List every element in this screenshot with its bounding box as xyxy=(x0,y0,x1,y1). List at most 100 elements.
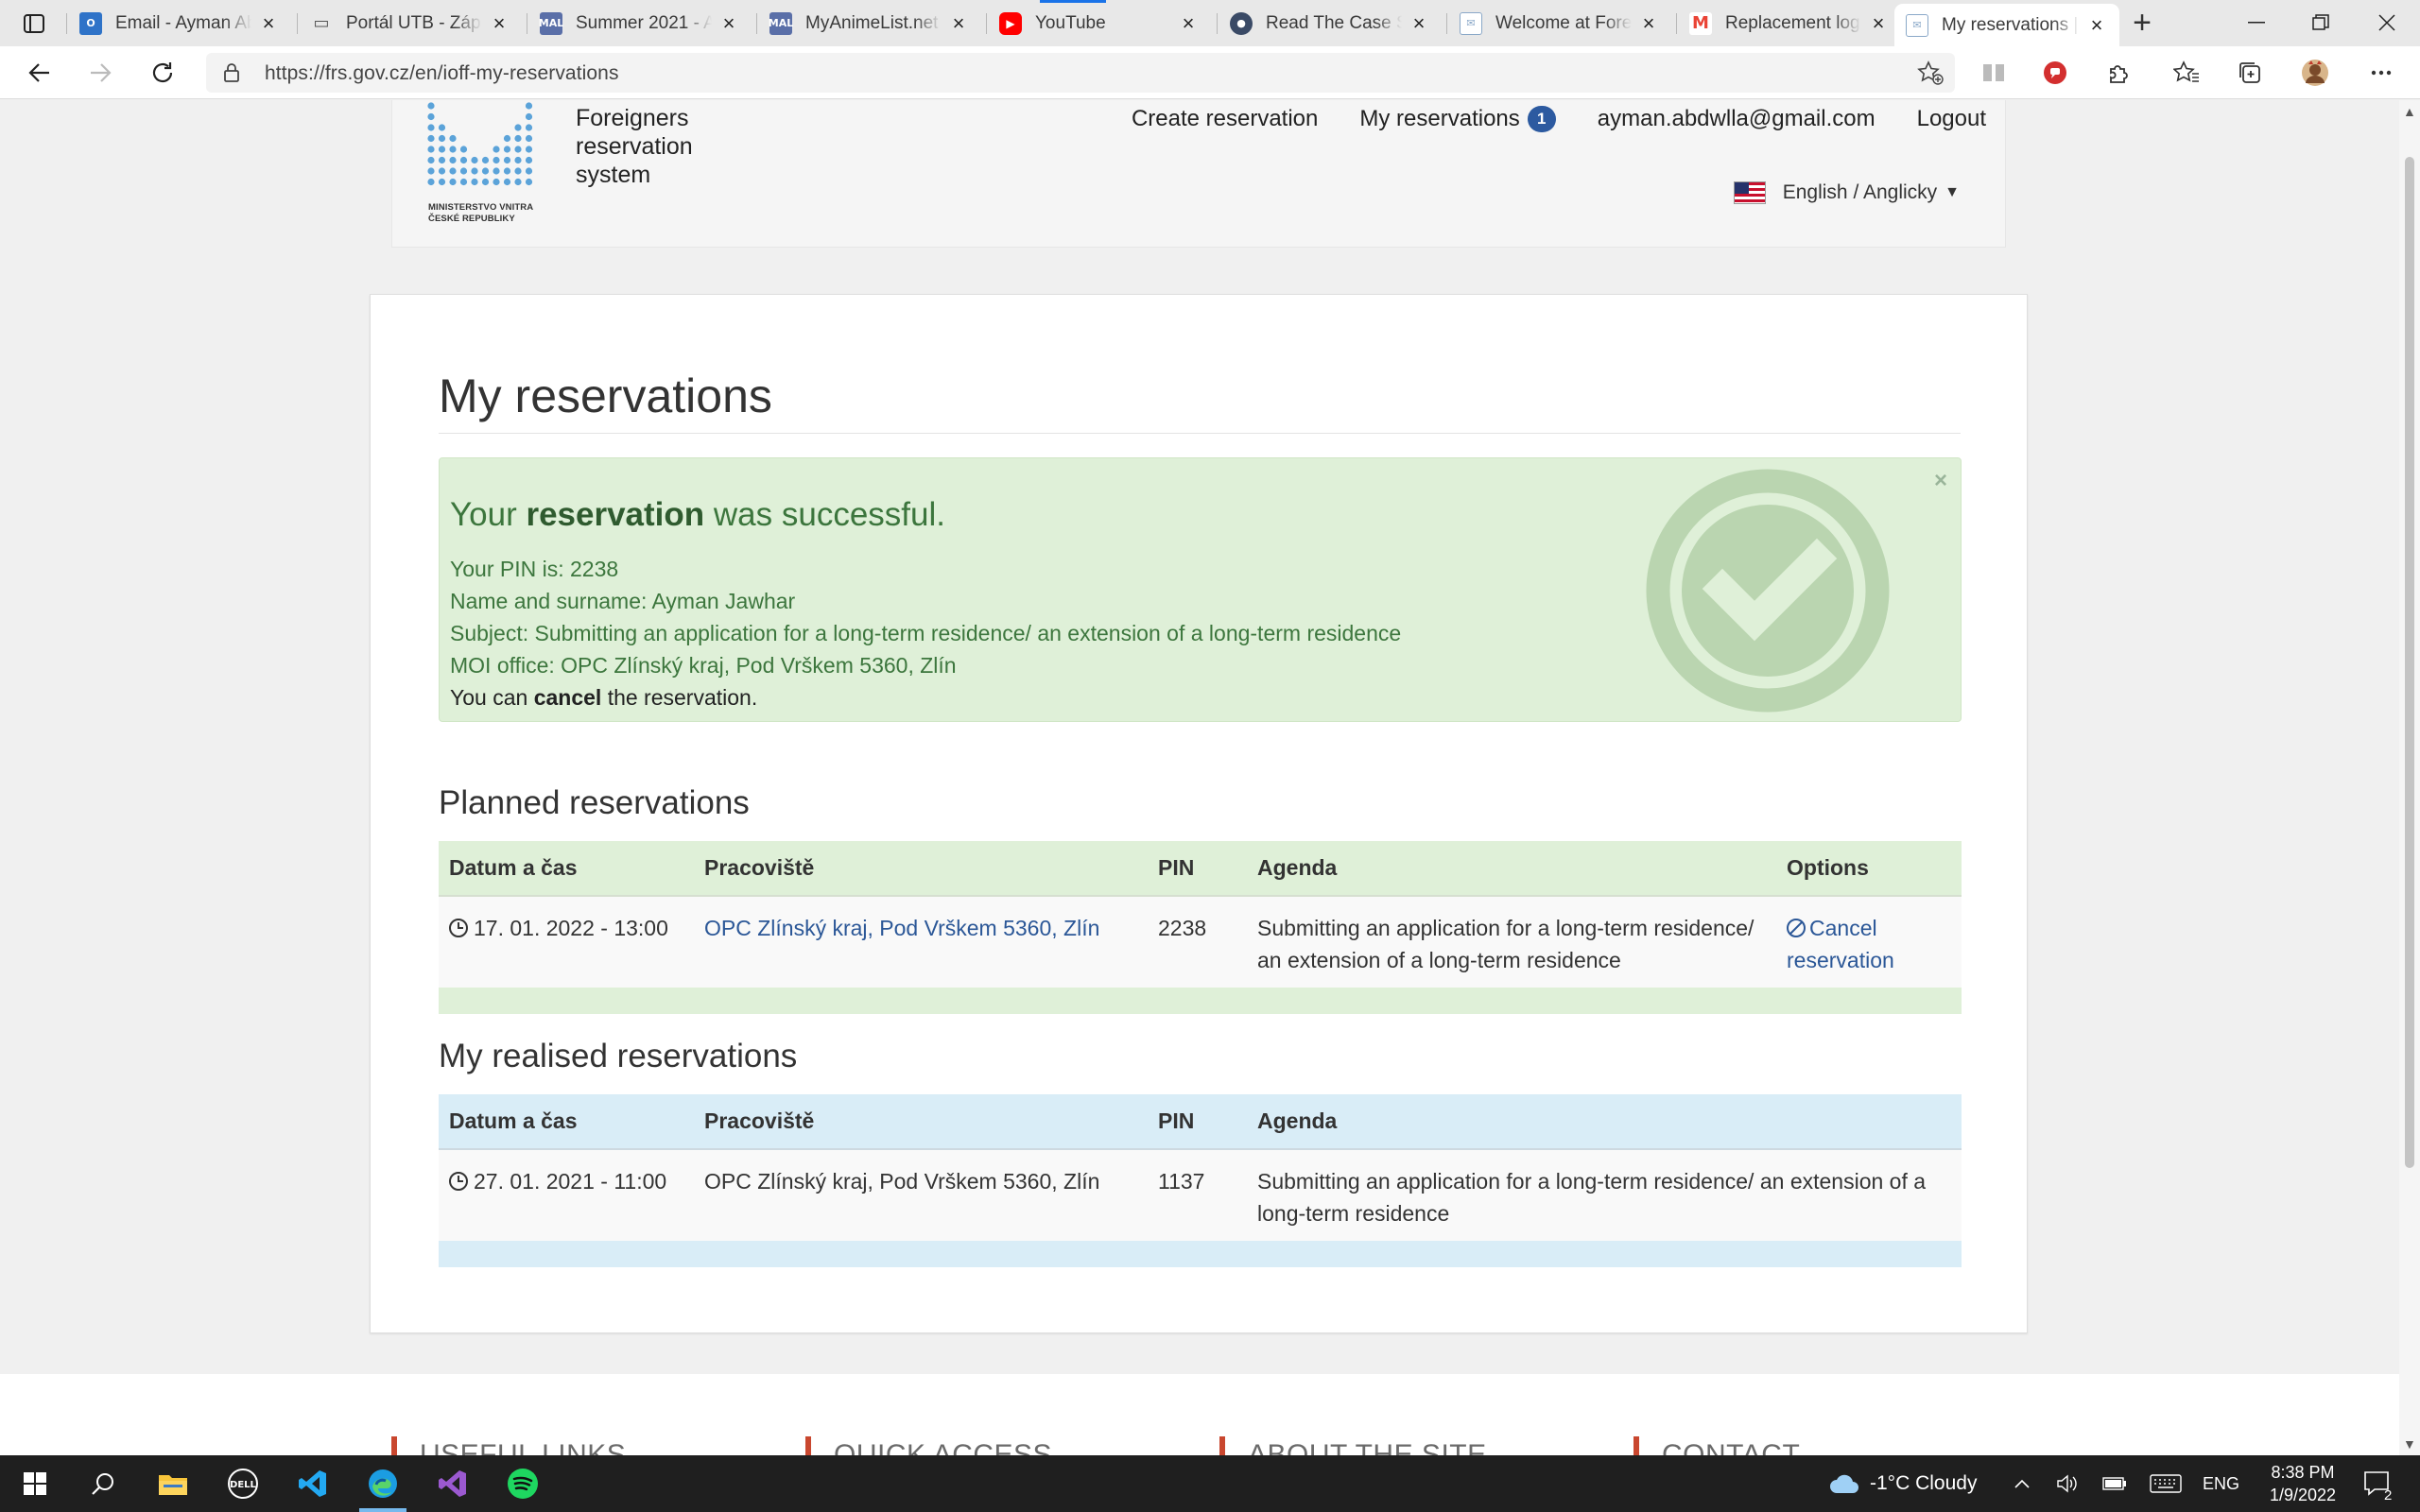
column-header: Pracoviště xyxy=(694,1094,1148,1150)
cancel-link[interactable]: cancel xyxy=(534,685,602,710)
checkmark-circle-icon xyxy=(1645,468,1891,718)
scroll-down-icon[interactable]: ▼ xyxy=(2403,1436,2416,1452)
pin-cell: 1137 xyxy=(1148,1149,1247,1241)
alert-close-button[interactable]: × xyxy=(1934,468,1947,494)
close-tab-icon[interactable]: × xyxy=(947,11,970,35)
file-explorer-icon[interactable] xyxy=(138,1455,208,1512)
scroll-up-icon[interactable]: ▲ xyxy=(2403,104,2416,119)
browser-tab[interactable]: ▭ Portál UTB - Zápis × xyxy=(299,4,522,43)
volume-icon[interactable] xyxy=(2056,1455,2079,1512)
browser-tab[interactable]: M Replacement login × xyxy=(1678,4,1901,43)
show-hidden-icons[interactable] xyxy=(2014,1455,2031,1512)
notification-center-icon[interactable]: 2 xyxy=(2363,1455,2395,1512)
refresh-button[interactable] xyxy=(142,54,183,92)
adblock-extension-icon[interactable] xyxy=(2039,58,2071,88)
tab-title: Replacement login xyxy=(1725,12,1861,33)
add-favorite-icon[interactable] xyxy=(1917,60,1944,90)
vertical-scrollbar[interactable]: ▲ ▼ xyxy=(2399,100,2420,1455)
column-header: Pracoviště xyxy=(694,841,1148,897)
column-header: Agenda xyxy=(1247,1094,1962,1150)
gmail-icon: M xyxy=(1689,11,1712,35)
browser-tab[interactable]: ● Read The Case Study × xyxy=(1219,4,1442,43)
forward-button[interactable] xyxy=(79,54,121,92)
browser-tab[interactable]: MAL Summer 2021 - Anime × xyxy=(528,4,752,43)
ministry-logo[interactable] xyxy=(426,102,540,207)
new-tab-button[interactable]: + xyxy=(2125,5,2159,41)
ban-icon xyxy=(1787,919,1806,937)
close-tab-icon[interactable]: × xyxy=(257,11,280,35)
edge-icon[interactable] xyxy=(348,1455,418,1512)
alert-name: Name and surname: Ayman Jawhar xyxy=(450,589,796,613)
page-viewport: MINISTERSTVO VNITRA ČESKÉ REPUBLIKY Fore… xyxy=(0,100,2399,1455)
tab-title: My reservations | Foreigners xyxy=(1942,14,2080,35)
scrollbar-thumb[interactable] xyxy=(2405,157,2414,1168)
alert-office: MOI office: OPC Zlínský kraj, Pod Vrškem… xyxy=(450,653,957,678)
lock-icon[interactable] xyxy=(223,62,240,88)
browser-tab[interactable]: MAL MyAnimeList.net - Anime × xyxy=(758,4,981,43)
nav-my-reservations[interactable]: My reservations 1 xyxy=(1359,106,1556,132)
content-panel: My reservations Your reservation was suc… xyxy=(370,294,2028,1333)
search-icon[interactable] xyxy=(68,1455,138,1512)
pin-cell: 2238 xyxy=(1148,896,1247,988)
browser-tab[interactable]: ▶ YouTube × xyxy=(988,4,1211,43)
table-row: 27. 01. 2021 - 11:00 OPC Zlínský kraj, P… xyxy=(439,1149,1962,1241)
url-text[interactable]: https://frs.gov.cz/en/ioff-my-reservatio… xyxy=(265,62,619,85)
profile-avatar[interactable] xyxy=(2299,58,2331,88)
nav-create-reservation[interactable]: Create reservation xyxy=(1132,106,1318,132)
alert-heading-text: Your xyxy=(450,496,517,533)
logo-caption-line: ČESKÉ REPUBLIKY xyxy=(428,214,515,224)
browser-tab-active[interactable]: ✉ My reservations | Foreigners × xyxy=(1894,4,2119,46)
reading-view-icon[interactable] xyxy=(1978,58,2010,88)
input-language[interactable]: ENG xyxy=(2203,1455,2239,1512)
restore-button[interactable] xyxy=(2290,0,2352,45)
office-link[interactable]: OPC Zlínský kraj, Pod Vrškem 5360, Zlín xyxy=(704,916,1099,940)
nav-logout[interactable]: Logout xyxy=(1917,106,1986,132)
close-tab-icon[interactable]: × xyxy=(717,11,740,35)
mal-icon: MAL xyxy=(539,11,563,35)
site-name[interactable]: Foreigners reservation system xyxy=(576,104,693,189)
dell-icon[interactable]: DELL xyxy=(208,1455,278,1512)
nav-user-email[interactable]: ayman.abdwlla@gmail.com xyxy=(1598,106,1876,132)
battery-icon[interactable] xyxy=(2102,1455,2127,1512)
back-button[interactable] xyxy=(19,54,60,92)
tab-actions-icon[interactable] xyxy=(17,9,51,38)
book-icon: ▭ xyxy=(313,13,330,33)
minimize-button[interactable] xyxy=(2225,0,2288,45)
favorites-icon[interactable] xyxy=(2170,58,2203,88)
collections-icon[interactable] xyxy=(2234,58,2266,88)
alert-heading-bold: reservation xyxy=(526,496,705,533)
visual-studio-icon[interactable] xyxy=(418,1455,488,1512)
nav-my-reservations-label: My reservations xyxy=(1359,106,1520,131)
start-button[interactable] xyxy=(0,1455,70,1512)
success-alert: Your reservation was successful. Your PI… xyxy=(439,457,1962,722)
browser-tab[interactable]: ✉ Welcome at Foreigners × xyxy=(1448,4,1671,43)
close-window-button[interactable] xyxy=(2356,0,2418,45)
spotify-icon[interactable] xyxy=(488,1455,558,1512)
clock-icon xyxy=(449,1172,468,1191)
language-selector[interactable]: English / Anglicky ▼ xyxy=(1733,181,1960,204)
close-tab-icon[interactable]: × xyxy=(1408,11,1430,35)
close-tab-icon[interactable]: × xyxy=(1177,11,1200,35)
office-cell: OPC Zlínský kraj, Pod Vrškem 5360, Zlín xyxy=(694,896,1148,988)
close-tab-icon[interactable]: × xyxy=(1637,11,1660,35)
system-clock[interactable]: 8:38 PM 1/9/2022 xyxy=(2250,1461,2356,1506)
close-tab-icon[interactable]: × xyxy=(488,11,510,35)
extensions-icon[interactable] xyxy=(2102,58,2135,88)
svg-text:DELL: DELL xyxy=(230,1480,257,1490)
close-tab-icon[interactable]: × xyxy=(2085,13,2108,37)
browser-tab[interactable]: O Email - Ayman Abdwlla × xyxy=(68,4,291,43)
address-bar[interactable]: https://frs.gov.cz/en/ioff-my-reservatio… xyxy=(206,53,1955,93)
weather-widget[interactable]: -1°C Cloudy xyxy=(1828,1455,1977,1512)
cancel-reservation-link[interactable]: Cancel reservation xyxy=(1787,916,1894,972)
vscode-icon[interactable] xyxy=(278,1455,348,1512)
youtube-icon: ▶ xyxy=(999,11,1022,35)
close-tab-icon[interactable]: × xyxy=(1867,11,1890,35)
keyboard-icon[interactable] xyxy=(2150,1455,2182,1512)
site-footer: USEFUL LINKS QUICK ACCESS ABOUT THE SITE… xyxy=(0,1374,2399,1455)
more-menu-icon[interactable] xyxy=(2365,58,2397,88)
notification-count: 2 xyxy=(2384,1487,2393,1503)
tab-title: Welcome at Foreigners xyxy=(1495,12,1632,33)
datetime-value: 27. 01. 2021 - 11:00 xyxy=(474,1169,667,1194)
mal-icon: MAL xyxy=(769,11,793,35)
column-header: Datum a čas xyxy=(439,841,694,897)
